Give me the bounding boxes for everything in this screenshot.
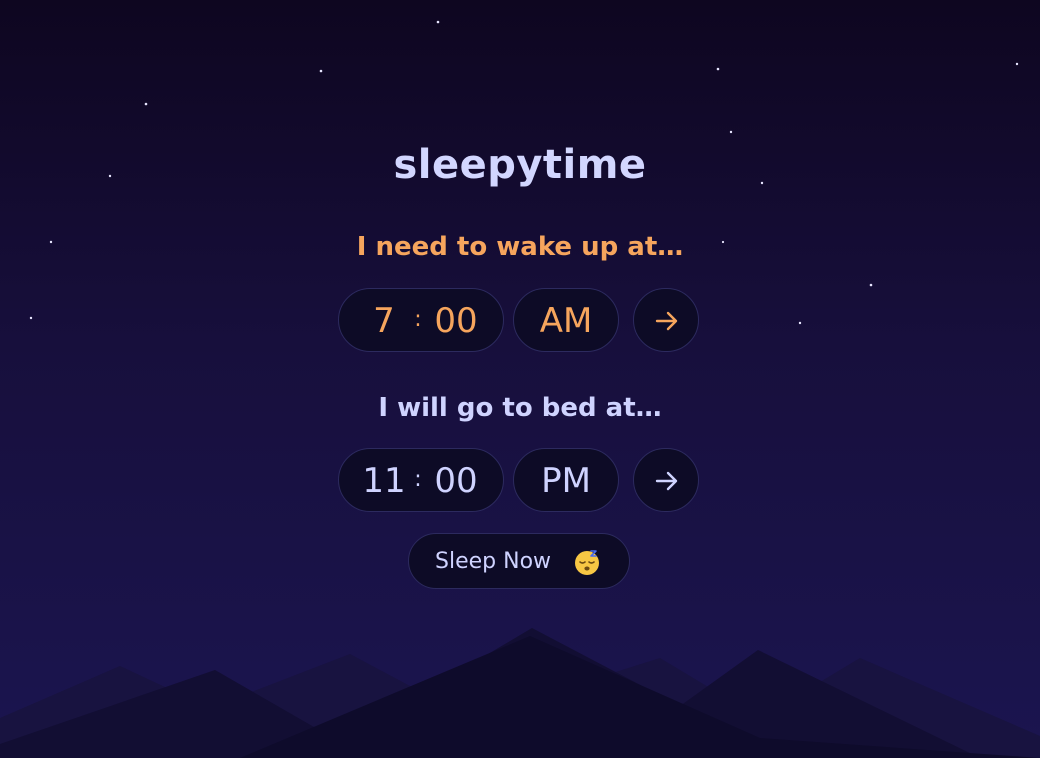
sleep-now-label: Sleep Now <box>435 549 552 574</box>
arrow-right-icon <box>655 311 678 331</box>
bed-time-selector: 11 : 00 <box>338 448 504 512</box>
wake-time-row: 7 : 00 AM <box>338 288 702 356</box>
wake-period-value: AM <box>539 301 593 341</box>
bed-period-value: PM <box>541 461 591 501</box>
wake-minute-select[interactable]: 00 <box>427 303 485 339</box>
wake-up-label: I need to wake up at… <box>356 232 684 262</box>
bed-submit-button[interactable] <box>633 448 699 512</box>
wake-time-selector: 7 : 00 <box>338 288 504 352</box>
bed-hour-select[interactable]: 11 <box>359 463 409 499</box>
app-title: sleepytime <box>393 142 647 188</box>
arrow-right-icon <box>655 471 678 491</box>
wake-submit-button[interactable] <box>633 288 699 352</box>
wake-time-separator: : <box>414 307 422 332</box>
bed-period-selector[interactable]: PM <box>513 448 619 512</box>
app-container: sleepytime I need to wake up at… 7 : 00 … <box>0 0 1040 758</box>
bed-minute-select[interactable]: 00 <box>427 463 485 499</box>
bed-time-separator: : <box>414 467 422 492</box>
sleeping-face-icon <box>575 550 599 575</box>
bed-time-row: 11 : 00 PM <box>338 448 702 516</box>
wake-hour-select[interactable]: 7 <box>359 303 409 339</box>
wake-period-selector[interactable]: AM <box>513 288 619 352</box>
bed-time-label: I will go to bed at… <box>378 393 662 423</box>
sleep-now-button[interactable]: Sleep Now <box>408 533 630 589</box>
